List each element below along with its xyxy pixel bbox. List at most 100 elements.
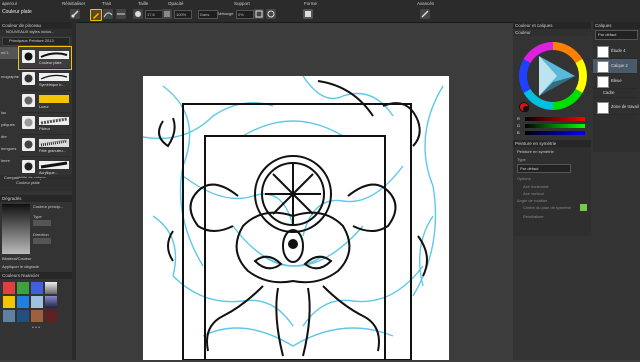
more-dots[interactable]: • • •	[0, 325, 72, 331]
layer-row[interactable]: Zone de travail	[593, 100, 639, 115]
brush-item[interactable]: Lueur	[19, 91, 71, 113]
symmetry-options: Options	[517, 176, 531, 181]
slider-b-label: B	[517, 130, 520, 135]
rgb-sliders: R G B	[517, 116, 589, 136]
symmetry-vertical[interactable]: Axe vertical	[513, 190, 591, 197]
brush-set-select[interactable]: NOUVEAUX styles inclus...	[0, 29, 72, 36]
layer-folder[interactable]: Cadre	[593, 89, 637, 98]
layer-name: Cadre	[603, 90, 615, 95]
ink-layer	[158, 80, 428, 361]
reset-label: Réinitialiser	[62, 1, 86, 6]
swatch[interactable]	[17, 296, 29, 308]
reset-icon[interactable]	[70, 9, 80, 19]
brush-item[interactable]: Acrylique...	[19, 157, 71, 179]
layer-name: Étude 4	[611, 48, 626, 53]
top-toolbar: apercu! Couleur plate Réinitialiser Trai…	[0, 0, 640, 23]
brush-item[interactable]: Pâte granuleu...	[19, 135, 71, 157]
gradient-direction-select[interactable]	[33, 238, 51, 244]
category-item[interactable]	[0, 83, 19, 95]
layer-row[interactable]: Étude 4	[593, 44, 637, 59]
apply-gradient[interactable]: Appliquer le dégradé	[0, 264, 72, 272]
opacity-icon	[162, 9, 172, 19]
blend-select[interactable]: Dans	[198, 10, 218, 19]
blend-label: Bilatéral/Couleur	[2, 256, 32, 261]
swatch[interactable]	[3, 310, 15, 322]
current-tool-name: Couleur plate	[2, 9, 32, 15]
tool-prefix: apercu!	[2, 1, 18, 6]
layer-name: Zone de travail	[611, 104, 639, 109]
swatch[interactable]	[31, 282, 43, 294]
swatch[interactable]	[45, 310, 57, 322]
drawing-canvas[interactable]	[137, 75, 449, 361]
advanced-label: Avancés	[417, 1, 435, 6]
stroke-pencil-icon[interactable]	[90, 9, 102, 21]
category-item[interactable]	[0, 59, 19, 71]
swatch[interactable]	[17, 282, 29, 294]
symmetry-horizontal[interactable]: Axe horizontal	[513, 183, 591, 190]
gradient-type-select[interactable]	[33, 220, 51, 226]
category-item[interactable]: mographe	[0, 71, 19, 83]
swatch[interactable]	[3, 282, 15, 294]
support-icon-2[interactable]	[266, 9, 276, 19]
compat-value[interactable]: Couleur plate	[4, 180, 72, 185]
swatch[interactable]	[31, 296, 43, 308]
shape-label: Forme	[304, 1, 318, 6]
palette-grid	[0, 279, 72, 325]
shape-icon[interactable]	[303, 9, 313, 19]
brush-preview-icon	[22, 116, 35, 129]
layer-blend-select[interactable]: Par défaut	[595, 30, 638, 40]
size-input[interactable]: 17.6	[145, 10, 163, 19]
sub-color-swatch[interactable]	[523, 106, 529, 112]
brush-preview-icon	[22, 138, 35, 151]
brush-name: Pâte granuleu...	[39, 149, 66, 153]
brush-name: Lueur	[39, 105, 49, 109]
swatch[interactable]	[3, 296, 15, 308]
brush-item-selected[interactable]: Couleur plate	[18, 46, 72, 70]
palette-title: Couleurs Nuancier	[0, 272, 72, 279]
slider-g[interactable]: G	[517, 123, 589, 129]
category-item[interactable]: hengues	[0, 143, 19, 155]
category-item[interactable]: lenre	[0, 155, 19, 167]
brush-name: Acrylique...	[39, 171, 58, 175]
brush-item[interactable]: Pâleur	[19, 113, 71, 135]
slider-b[interactable]: B	[517, 130, 589, 136]
category-item[interactable]: dre	[0, 131, 19, 143]
size-label: Taille	[138, 1, 149, 6]
category-item[interactable]: ydiques	[0, 119, 19, 131]
swatch[interactable]	[17, 310, 29, 322]
layer-row[interactable]: Bleue	[593, 74, 637, 89]
stroke-line-icon[interactable]	[103, 9, 113, 19]
swatch[interactable]	[45, 282, 57, 294]
symmetry-angle[interactable]: Angle de rotation	[513, 197, 591, 204]
brush-item[interactable]: Symétrique b...	[19, 69, 71, 91]
color-tab[interactable]: Couleur	[513, 29, 591, 36]
left-scrollbar[interactable]	[72, 22, 76, 360]
brush-preview-icon	[22, 160, 35, 173]
support-icon-1[interactable]	[254, 9, 264, 19]
category-item[interactable]: lus	[0, 107, 19, 119]
stroke-curve-icon[interactable]	[116, 9, 126, 19]
category-item[interactable]: nd 1	[0, 47, 19, 59]
brush-preview-icon	[22, 72, 35, 85]
opacity-input[interactable]: 100%	[174, 10, 192, 19]
swatch[interactable]	[31, 310, 43, 322]
support-label: Support	[234, 1, 250, 6]
swatch[interactable]	[45, 296, 57, 308]
category-item[interactable]	[0, 95, 19, 107]
mixing-input[interactable]: 0%	[236, 10, 254, 19]
gradient-direction-label: Direction	[33, 232, 49, 237]
slider-r[interactable]: R	[517, 116, 589, 122]
symmetry-reset[interactable]: Réinitialiser	[513, 211, 591, 222]
layer-row-selected[interactable]: Calque 2	[593, 59, 637, 74]
brush-group-select[interactable]: Principaux Peinture 2013	[2, 37, 70, 46]
brush-name: Symétrique b...	[39, 83, 65, 87]
symmetry-enable[interactable]: Peinture en symétrie	[513, 147, 591, 156]
symmetry-type-label: Type	[517, 157, 526, 162]
brush-items: Couleur plate Symétrique b... Lueur Pâle…	[18, 46, 72, 179]
brush-preview-icon	[22, 94, 35, 107]
advanced-icon[interactable]	[420, 9, 430, 19]
symmetry-center-toggle[interactable]	[580, 204, 587, 211]
gradient-preview[interactable]	[2, 204, 30, 254]
symmetry-center[interactable]: Centre du plan de symétrie	[513, 204, 591, 211]
symmetry-type-select[interactable]: Par défaut	[517, 164, 571, 173]
